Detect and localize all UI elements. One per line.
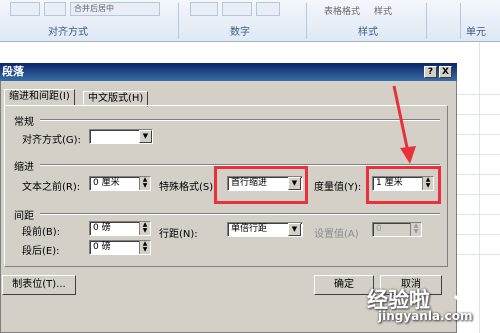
ribbon-button[interactable] bbox=[190, 2, 218, 16]
red-arrow-icon bbox=[392, 85, 416, 164]
ok-button[interactable]: 确定 bbox=[314, 275, 374, 295]
percent-button[interactable] bbox=[222, 2, 252, 16]
close-button[interactable]: X bbox=[439, 66, 452, 78]
ribbon-group-cells: 单元 bbox=[466, 27, 486, 38]
spinner-arrows-icon[interactable]: ▲ ▼ bbox=[422, 177, 433, 190]
ribbon-button[interactable] bbox=[10, 2, 40, 16]
cell-style-button[interactable]: 样式 bbox=[374, 4, 392, 17]
section-spacing-heading: 间距 bbox=[14, 211, 34, 222]
grid-line bbox=[455, 174, 500, 175]
section-general-heading: 常规 bbox=[14, 117, 34, 128]
spinner-arrows-icon[interactable]: ▲ ▼ bbox=[139, 222, 150, 235]
grid-line bbox=[455, 194, 500, 195]
ribbon-separator bbox=[178, 3, 179, 39]
chevron-down-icon[interactable]: ▼ bbox=[288, 223, 301, 236]
ribbon-group-alignment: 对齐方式 bbox=[48, 27, 88, 38]
grid-line bbox=[455, 134, 500, 135]
ribbon-separator bbox=[306, 3, 307, 39]
section-indent-heading: 缩进 bbox=[14, 162, 34, 173]
grid-line bbox=[455, 234, 500, 235]
spacing-before-label: 段前(B): bbox=[22, 227, 61, 238]
ribbon-separator bbox=[426, 3, 427, 39]
dialog-title: 段落 bbox=[2, 65, 24, 78]
line-spacing-label: 行距(N): bbox=[159, 229, 198, 240]
grid-line bbox=[455, 254, 500, 255]
watermark-url: jingyanla.com bbox=[378, 309, 473, 323]
grid-line bbox=[455, 94, 500, 95]
grid-line bbox=[455, 214, 500, 215]
chevron-down-icon[interactable]: ▼ bbox=[139, 130, 152, 143]
chevron-down-icon[interactable]: ▼ bbox=[288, 177, 301, 190]
ribbon-button[interactable] bbox=[256, 2, 280, 16]
spinner-arrows-icon[interactable]: ▲ ▼ bbox=[139, 177, 150, 190]
dialog-title-bar[interactable]: 段落 bbox=[0, 63, 457, 81]
measure-label: 度量值(Y): bbox=[314, 182, 362, 193]
alignment-label: 对齐方式(G): bbox=[22, 135, 81, 146]
spinner-arrows-icon[interactable]: ▲ ▼ bbox=[410, 223, 421, 236]
merge-center-button[interactable]: 合并后居中 bbox=[70, 2, 160, 16]
special-format-label: 特殊格式(S): bbox=[159, 182, 217, 193]
table-format-button[interactable]: 表格格式 bbox=[324, 4, 360, 17]
tab-indent-spacing[interactable]: 缩进和间距(I) bbox=[4, 89, 75, 106]
grid-line bbox=[455, 114, 500, 115]
help-button[interactable]: ? bbox=[424, 66, 437, 78]
tab-stops-button[interactable]: 制表位(T)... bbox=[2, 275, 76, 295]
ribbon-group-styles: 样式 bbox=[358, 27, 378, 38]
checkmark-icon bbox=[453, 288, 471, 304]
spinner-arrows-icon[interactable]: ▲ ▼ bbox=[139, 241, 150, 254]
grid-line bbox=[455, 154, 500, 155]
set-value-label: 设置值(A) bbox=[314, 229, 359, 240]
ribbon-group-number: 数字 bbox=[230, 27, 250, 38]
spacing-after-label: 段后(E): bbox=[22, 246, 60, 257]
grid-line bbox=[479, 42, 480, 333]
ribbon-separator bbox=[460, 3, 461, 39]
ribbon-button[interactable] bbox=[44, 2, 66, 16]
indent-before-label: 文本之前(R): bbox=[22, 182, 81, 193]
divider bbox=[40, 213, 440, 215]
